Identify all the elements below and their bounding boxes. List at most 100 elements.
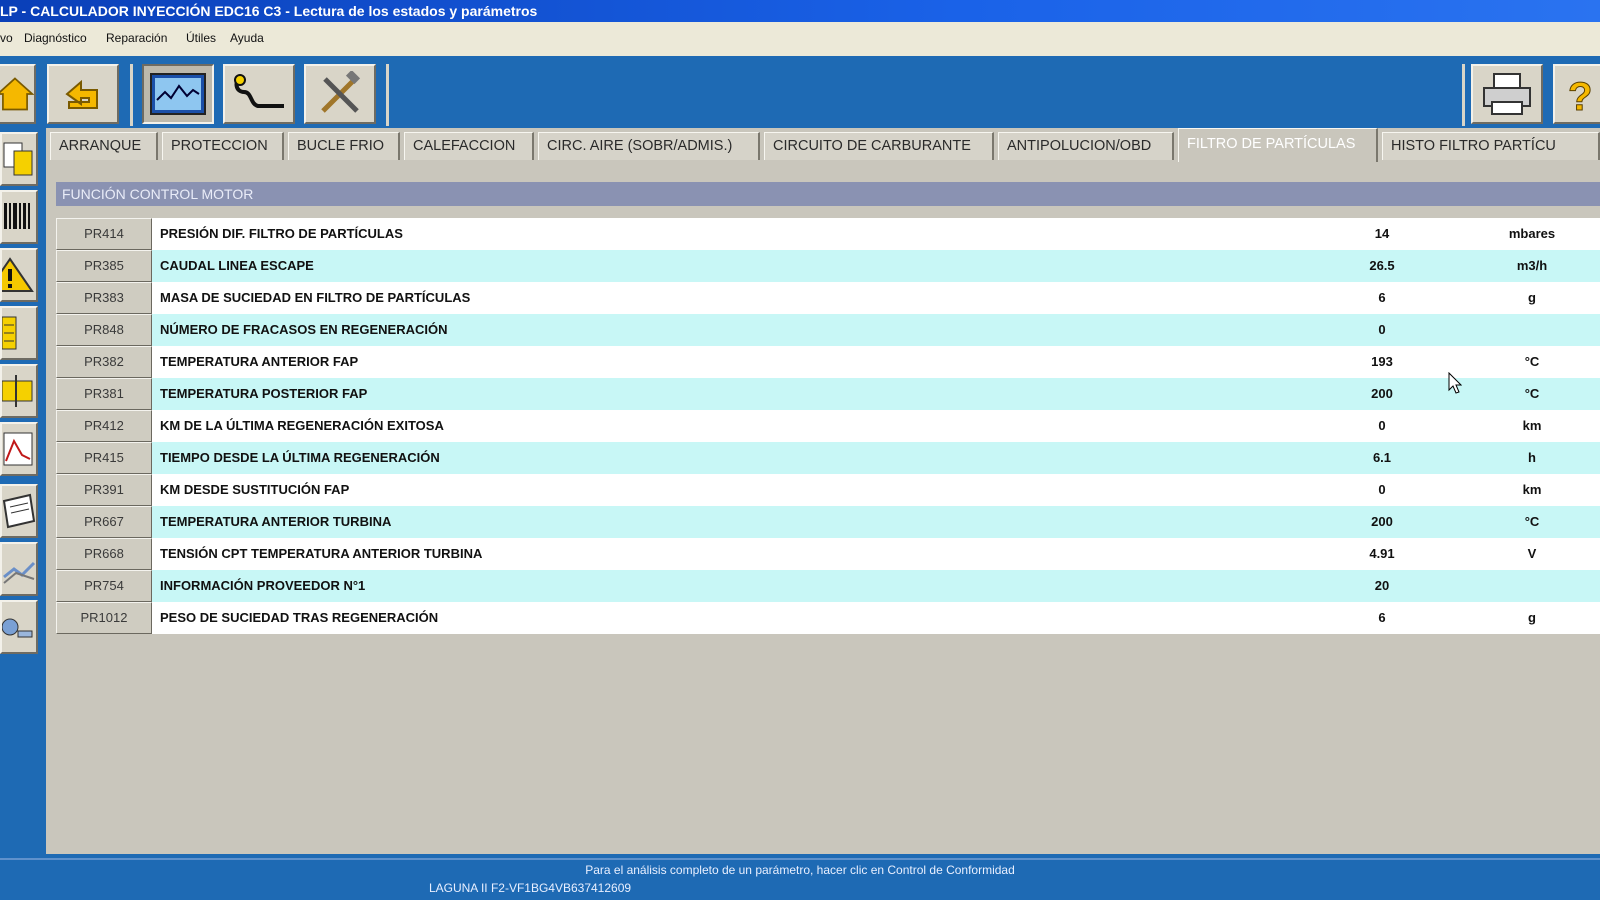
parameter-code-button[interactable]: PR391 [56, 474, 152, 506]
parameter-unit: g [1528, 610, 1536, 625]
parameter-code-button[interactable]: PR385 [56, 250, 152, 282]
parameter-label: TIEMPO DESDE LA ÚLTIMA REGENERACIÓN [160, 450, 440, 465]
parameter-code-button[interactable]: PR381 [56, 378, 152, 410]
graph-icon [3, 561, 36, 584]
print-button[interactable] [1471, 64, 1543, 124]
parameter-unit: h [1528, 450, 1536, 465]
parameter-code-button[interactable]: PR382 [56, 346, 152, 378]
row-cells: TEMPERATURA ANTERIOR FAP 193 °C [152, 346, 1600, 378]
table-row[interactable]: PR667 TEMPERATURA ANTERIOR TURBINA 200 °C [56, 506, 1600, 538]
tab-calefaccion[interactable]: CALEFACCION [404, 132, 534, 160]
tab-circ-aire[interactable]: CIRC. AIRE (SOBR/ADMIS.) [538, 132, 760, 160]
sidebar-warning-button[interactable] [0, 248, 38, 302]
table-row[interactable]: PR668 TENSIÓN CPT TEMPERATURA ANTERIOR TU… [56, 538, 1600, 570]
status-vehicle: LAGUNA II F2-VF1BG4VB637412609 [428, 881, 632, 895]
sidebar-folder-button[interactable] [0, 364, 38, 418]
parameter-label: PRESIÓN DIF. FILTRO DE PARTÍCULAS [160, 226, 403, 241]
table-row[interactable]: PR383 MASA DE SUCIEDAD EN FILTRO DE PARTÍ… [56, 282, 1600, 314]
tab-arranque[interactable]: ARRANQUE [50, 132, 158, 160]
sidebar-graph-button[interactable] [0, 542, 38, 596]
back-button[interactable] [47, 64, 119, 124]
folder-icon [2, 375, 33, 407]
parameter-value: 20 [1374, 578, 1390, 593]
parameter-code-button[interactable]: PR412 [56, 410, 152, 442]
parameter-code-button[interactable]: PR754 [56, 570, 152, 602]
menu-item-file[interactable]: vo [0, 31, 13, 45]
parameter-value: 200 [1371, 514, 1393, 529]
row-cells: TENSIÓN CPT TEMPERATURA ANTERIOR TURBINA… [152, 538, 1600, 570]
tab-circuito-carburante[interactable]: CIRCUITO DE CARBURANTE [764, 132, 994, 160]
row-cells: TEMPERATURA POSTERIOR FAP 200 °C [152, 378, 1600, 410]
parameter-unit: m3/h [1516, 258, 1548, 273]
table-row[interactable]: PR415 TIEMPO DESDE LA ÚLTIMA REGENERACIÓN… [56, 442, 1600, 474]
sidebar-barcode-button[interactable] [0, 190, 38, 244]
table-row[interactable]: PR848 NÚMERO DE FRACASOS EN REGENERACIÓN 0 [56, 314, 1600, 346]
parameter-unit: km [1522, 482, 1542, 497]
chart-icon [3, 432, 33, 466]
menu-item-diagnostico[interactable]: Diagnóstico [24, 31, 87, 45]
table-row[interactable]: PR381 TEMPERATURA POSTERIOR FAP 200 °C [56, 378, 1600, 410]
sidebar-settings-button[interactable] [0, 600, 38, 654]
tab-filtro-particulas[interactable]: FILTRO DE PARTÍCULAS [1178, 128, 1378, 162]
parameter-value: 14 [1374, 226, 1390, 241]
monitor-button[interactable] [142, 64, 214, 124]
parameter-code-button[interactable]: PR415 [56, 442, 152, 474]
parameter-unit: km [1522, 418, 1542, 433]
toolbar-separator [386, 64, 389, 126]
tools-button[interactable] [304, 64, 376, 124]
parameter-unit: °C [1524, 386, 1540, 401]
row-cells: MASA DE SUCIEDAD EN FILTRO DE PARTÍCULAS… [152, 282, 1600, 314]
status-hint: Para el análisis completo de un parámetr… [0, 858, 1600, 878]
parameter-value: 0 [1378, 482, 1386, 497]
menu-item-utiles[interactable]: Útiles [186, 31, 216, 45]
warning-icon [2, 257, 34, 292]
sidebar-book-button[interactable] [0, 484, 38, 538]
home-button[interactable] [0, 64, 36, 124]
home-icon [0, 77, 34, 111]
tab-proteccion[interactable]: PROTECCION [162, 132, 284, 160]
parameter-label: TEMPERATURA POSTERIOR FAP [160, 386, 368, 401]
parameter-value: 6.1 [1372, 450, 1392, 465]
sidebar [0, 128, 46, 856]
sidebar-list-button[interactable] [0, 306, 38, 360]
row-cells: TEMPERATURA ANTERIOR TURBINA 200 °C [152, 506, 1600, 538]
monitor-icon [150, 73, 206, 115]
status-bar: Para el análisis completo de un parámetr… [0, 856, 1600, 900]
parameter-code-button[interactable]: PR668 [56, 538, 152, 570]
tab-bucle-frio[interactable]: BUCLE FRIO [288, 132, 400, 160]
barcode-icon [4, 203, 30, 229]
tab-strip: ARRANQUE PROTECCION BUCLE FRIO CALEFACCI… [46, 128, 1600, 164]
row-cells: INFORMACIÓN PROVEEDOR N°1 20 [152, 570, 1600, 602]
parameter-code-button[interactable]: PR667 [56, 506, 152, 538]
table-row[interactable]: PR1012 PESO DE SUCIEDAD TRAS REGENERACIÓN… [56, 602, 1600, 634]
parameter-code-button[interactable]: PR1012 [56, 602, 152, 634]
table-row[interactable]: PR385 CAUDAL LINEA ESCAPE 26.5 m3/h [56, 250, 1600, 282]
parameter-code-button[interactable]: PR848 [56, 314, 152, 346]
sidebar-chart-button[interactable] [0, 422, 38, 476]
sidebar-documents-button[interactable] [0, 132, 38, 186]
parameter-code-button[interactable]: PR414 [56, 218, 152, 250]
parameter-label: TEMPERATURA ANTERIOR FAP [160, 354, 359, 369]
table-row[interactable]: PR382 TEMPERATURA ANTERIOR FAP 193 °C [56, 346, 1600, 378]
parameter-label: KM DE LA ÚLTIMA REGENERACIÓN EXITOSA [160, 418, 444, 433]
table-row[interactable]: PR391 KM DESDE SUSTITUCIÓN FAP 0 km [56, 474, 1600, 506]
menu-item-reparacion[interactable]: Reparación [106, 31, 167, 45]
parameter-value: 200 [1371, 386, 1393, 401]
tab-antipolucion-obd[interactable]: ANTIPOLUCION/OBD [998, 132, 1174, 160]
row-cells: CAUDAL LINEA ESCAPE 26.5 m3/h [152, 250, 1600, 282]
row-cells: NÚMERO DE FRACASOS EN REGENERACIÓN 0 [152, 314, 1600, 346]
row-cells: TIEMPO DESDE LA ÚLTIMA REGENERACIÓN 6.1 h [152, 442, 1600, 474]
parameter-unit: V [1527, 546, 1537, 561]
help-button[interactable]: ? [1553, 64, 1600, 124]
table-row[interactable]: PR754 INFORMACIÓN PROVEEDOR N°1 20 [56, 570, 1600, 602]
row-cells: KM DESDE SUSTITUCIÓN FAP 0 km [152, 474, 1600, 506]
parameter-label: KM DESDE SUSTITUCIÓN FAP [160, 482, 350, 497]
parameter-code-button[interactable]: PR383 [56, 282, 152, 314]
table-row[interactable]: PR414 PRESIÓN DIF. FILTRO DE PARTÍCULAS 14… [56, 218, 1600, 250]
parameter-unit: °C [1524, 354, 1540, 369]
row-cells: KM DE LA ÚLTIMA REGENERACIÓN EXITOSA 0 km [152, 410, 1600, 442]
probe-button[interactable] [223, 64, 295, 124]
menu-item-ayuda[interactable]: Ayuda [230, 31, 264, 45]
tab-histo-filtro-particulas[interactable]: HISTO FILTRO PARTÍCU [1382, 132, 1600, 160]
table-row[interactable]: PR412 KM DE LA ÚLTIMA REGENERACIÓN EXITOS… [56, 410, 1600, 442]
